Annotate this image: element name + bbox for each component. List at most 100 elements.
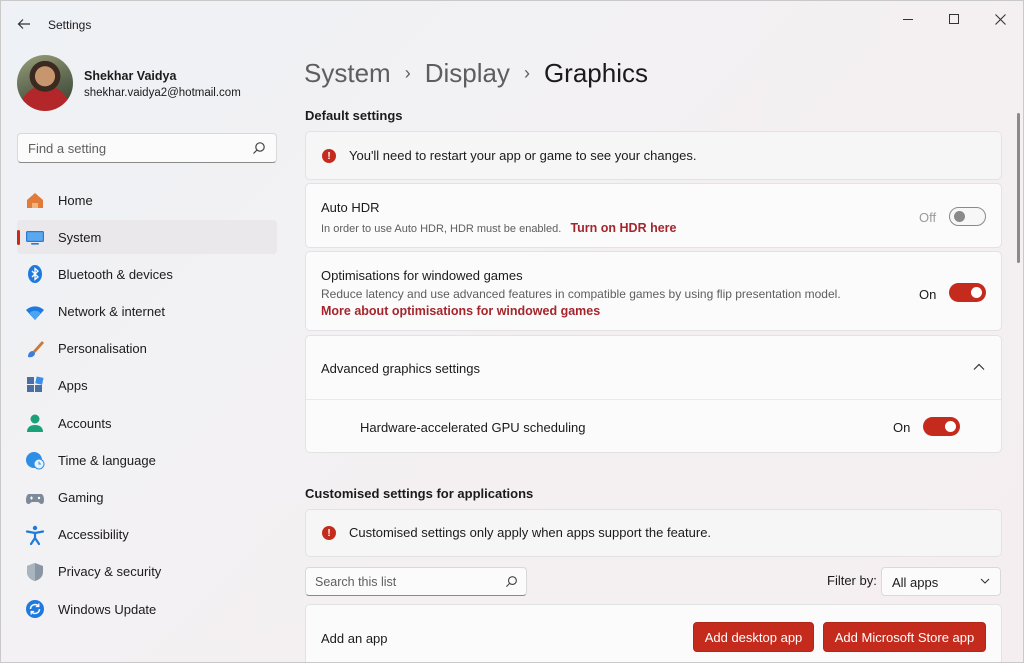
minimize-icon xyxy=(903,18,913,20)
customised-notice-text: Customised settings only apply when apps… xyxy=(349,525,712,540)
sidebar-item-accounts[interactable]: Accounts xyxy=(17,406,277,440)
sidebar-item-label: Home xyxy=(58,192,93,208)
sidebar-item-label: Network & internet xyxy=(58,304,165,320)
search-icon xyxy=(253,142,265,154)
profile-email: shekhar.vaidya2@hotmail.com xyxy=(84,87,241,99)
windowed-games-desc: Reduce latency and use advanced features… xyxy=(321,287,841,301)
chevron-down-icon xyxy=(980,578,990,584)
toggle-knob xyxy=(971,287,982,298)
home-icon xyxy=(25,190,45,210)
filter-value: All apps xyxy=(892,575,939,590)
toggle-knob xyxy=(954,211,965,222)
windowed-games-toggle[interactable] xyxy=(949,283,986,302)
accounts-icon xyxy=(25,413,45,433)
windowed-games-title: Optimisations for windowed games xyxy=(321,268,523,283)
accessibility-icon xyxy=(25,525,45,545)
sidebar-item-network[interactable]: Network & internet xyxy=(17,295,277,329)
sidebar-item-time-language[interactable]: Time & language xyxy=(17,443,277,477)
sidebar-item-accessibility[interactable]: Accessibility xyxy=(17,518,277,552)
add-desktop-app-button[interactable]: Add desktop app xyxy=(693,622,814,652)
gamepad-icon xyxy=(25,488,45,508)
chevron-right-icon: › xyxy=(523,62,530,83)
maximize-icon xyxy=(949,14,959,24)
maximize-button[interactable] xyxy=(931,3,977,35)
sidebar-item-label: Accessibility xyxy=(58,527,129,543)
close-icon xyxy=(994,13,1006,25)
info-icon: ! xyxy=(322,149,336,163)
brush-icon xyxy=(25,339,45,359)
gpu-scheduling-toggle[interactable] xyxy=(923,417,960,436)
app-title: Settings xyxy=(48,18,92,32)
divider xyxy=(306,399,1001,400)
sidebar-item-system[interactable]: System xyxy=(17,220,277,255)
breadcrumb: System › Display › Graphics xyxy=(304,53,648,93)
sidebar-item-label: Time & language xyxy=(58,452,156,468)
chevron-up-icon xyxy=(973,363,985,370)
page-title: Graphics xyxy=(543,57,648,88)
search-placeholder: Find a setting xyxy=(28,141,107,156)
filter-dropdown[interactable]: All apps xyxy=(881,567,1001,596)
sidebar-item-label: Accounts xyxy=(58,415,112,431)
auto-hdr-setting: Auto HDR In order to use Auto HDR, HDR m… xyxy=(305,183,1002,248)
minimize-button[interactable] xyxy=(885,3,931,35)
system-icon xyxy=(25,227,45,247)
restart-notice-text: You'll need to restart your app or game … xyxy=(349,148,697,163)
sidebar-item-label: Windows Update xyxy=(58,601,157,617)
advanced-graphics-section: Advanced graphics settings Hardware-acce… xyxy=(305,335,1002,453)
sidebar-item-bluetooth[interactable]: Bluetooth & devices xyxy=(17,257,277,291)
customised-settings-heading: Customised settings for applications xyxy=(305,486,534,501)
sidebar-item-personalisation[interactable]: Personalisation xyxy=(17,332,277,366)
auto-hdr-state: Off xyxy=(919,210,937,225)
search-icon xyxy=(505,576,517,588)
sidebar-item-label: System xyxy=(58,229,102,245)
title-bar: Settings xyxy=(1,1,1023,47)
avatar xyxy=(17,55,73,111)
auto-hdr-toggle[interactable] xyxy=(949,207,986,226)
windowed-games-setting: Optimisations for windowed games Reduce … xyxy=(305,251,1002,331)
gpu-scheduling-state: On xyxy=(893,420,911,435)
back-button[interactable] xyxy=(11,11,37,37)
default-settings-heading: Default settings xyxy=(305,108,403,123)
sidebar-item-label: Apps xyxy=(58,378,88,394)
advanced-graphics-title: Advanced graphics settings xyxy=(321,361,480,376)
search-list-input[interactable]: Search this list xyxy=(305,567,527,596)
sidebar-item-label: Gaming xyxy=(58,490,104,505)
apps-icon xyxy=(25,376,45,396)
update-icon xyxy=(25,599,45,619)
sidebar-item-home[interactable]: Home xyxy=(17,183,277,217)
sidebar-item-label: Privacy & security xyxy=(58,564,162,580)
customised-notice: ! Customised settings only apply when ap… xyxy=(305,509,1002,557)
sidebar-item-gaming[interactable]: Gaming xyxy=(17,481,277,515)
auto-hdr-title: Auto HDR xyxy=(321,200,380,215)
find-setting-input[interactable]: Find a setting xyxy=(17,133,277,163)
sidebar-item-apps[interactable]: Apps xyxy=(17,369,277,403)
search-list-placeholder: Search this list xyxy=(315,575,397,589)
sidebar-item-privacy[interactable]: Privacy & security xyxy=(17,555,277,589)
sidebar-item-label: Personalisation xyxy=(58,341,147,357)
breadcrumb-system[interactable]: System xyxy=(304,58,391,89)
turn-on-hdr-link[interactable]: Turn on HDR here xyxy=(570,221,676,235)
add-store-app-button[interactable]: Add Microsoft Store app xyxy=(823,622,986,652)
bluetooth-icon xyxy=(25,264,45,284)
wifi-icon xyxy=(25,302,45,322)
profile-name: Shekhar Vaidya xyxy=(84,69,177,83)
windowed-games-link[interactable]: More about optimisations for windowed ga… xyxy=(321,304,600,318)
sidebar-item-windows-update[interactable]: Windows Update xyxy=(17,592,277,626)
auto-hdr-desc: In order to use Auto HDR, HDR must be en… xyxy=(321,221,677,235)
info-icon: ! xyxy=(322,526,336,540)
toggle-knob xyxy=(945,421,956,432)
scrollbar[interactable] xyxy=(1017,113,1020,263)
windowed-games-state: On xyxy=(919,287,937,302)
breadcrumb-display[interactable]: Display xyxy=(425,58,510,89)
advanced-graphics-header[interactable]: Advanced graphics settings xyxy=(306,336,1001,399)
restart-notice: ! You'll need to restart your app or gam… xyxy=(305,131,1002,180)
gpu-scheduling-title: Hardware-accelerated GPU scheduling xyxy=(360,420,586,435)
close-button[interactable] xyxy=(977,3,1023,35)
filter-label: Filter by: xyxy=(827,573,877,588)
settings-window: Settings Shekhar Vaidya shekhar.vaidya2@… xyxy=(0,0,1024,663)
add-app-label: Add an app xyxy=(321,631,388,646)
auto-hdr-desc-text: In order to use Auto HDR, HDR must be en… xyxy=(321,223,562,235)
globe-clock-icon xyxy=(25,450,45,470)
back-arrow-icon xyxy=(17,19,30,29)
shield-icon xyxy=(25,562,45,582)
